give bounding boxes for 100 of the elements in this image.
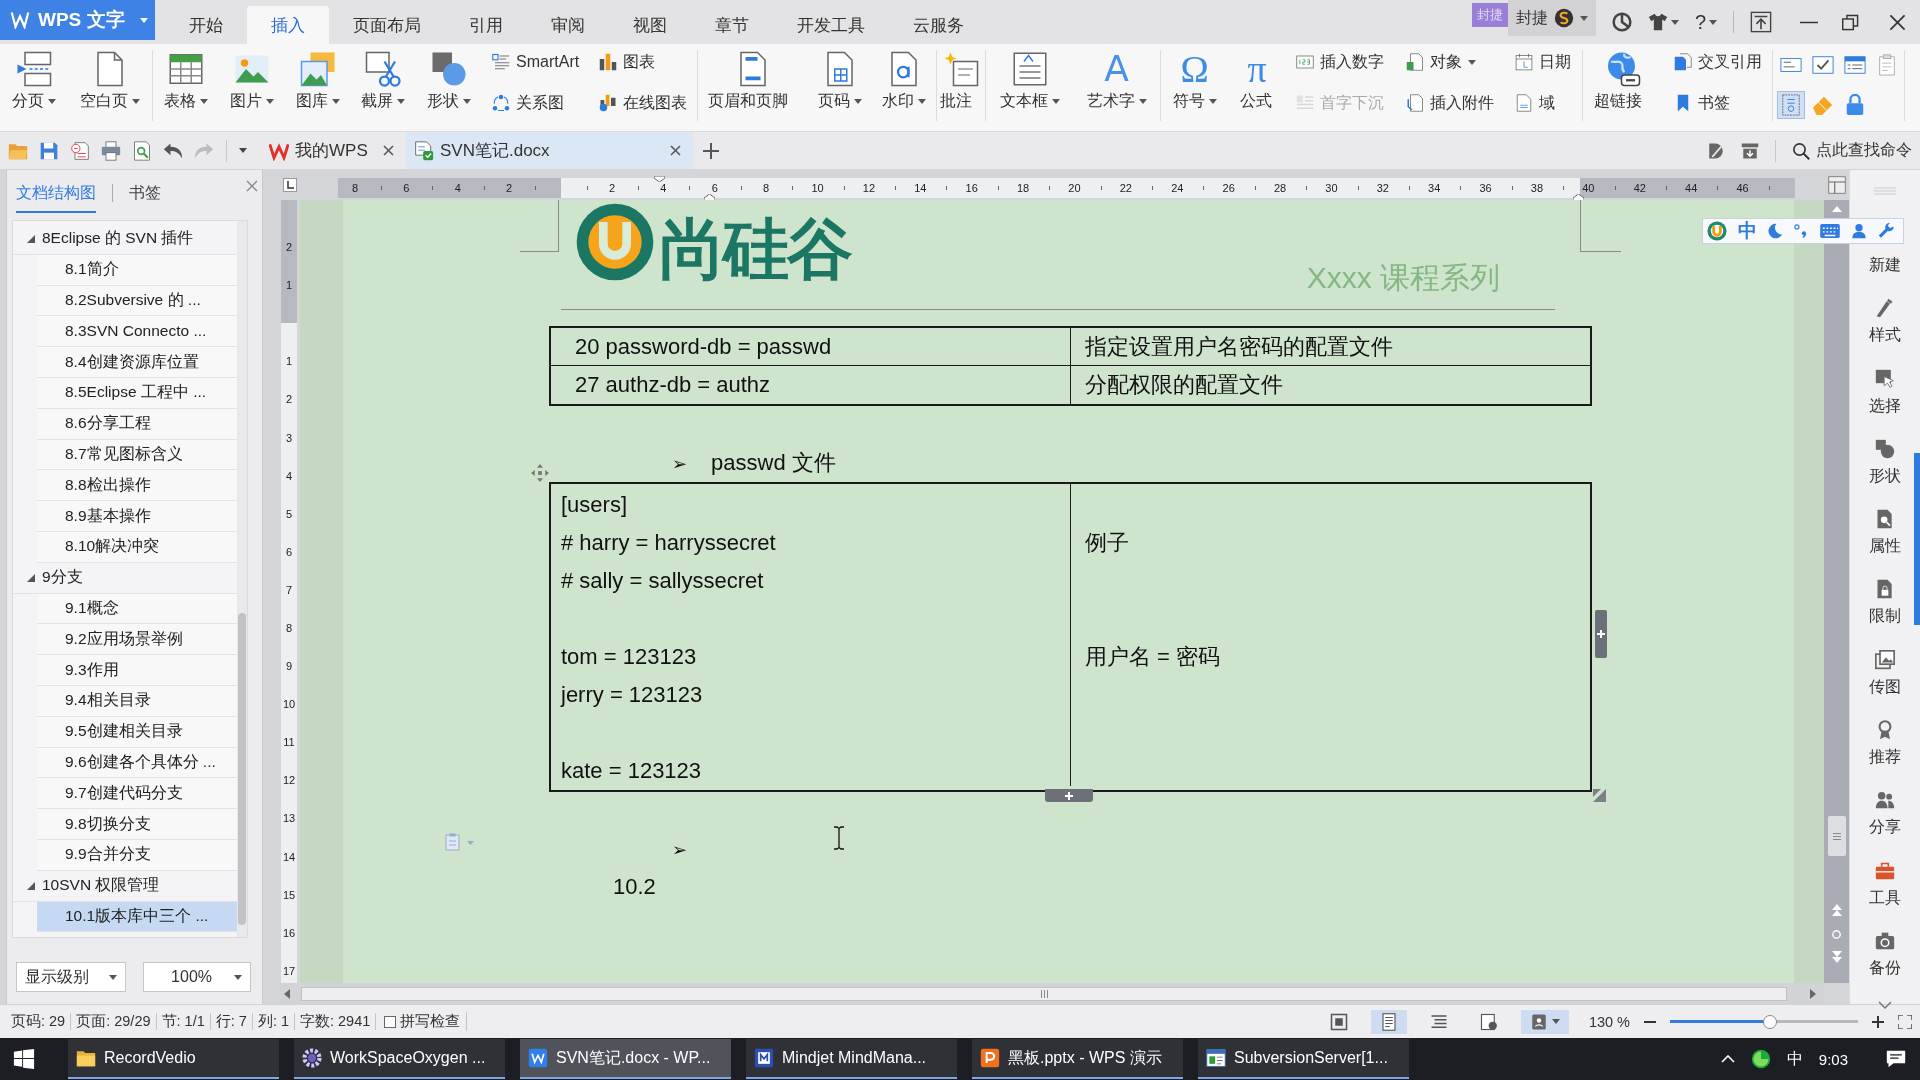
pane-tab[interactable]: 书签 xyxy=(129,173,161,213)
style-button[interactable]: 样式 xyxy=(1869,298,1901,369)
clipboard-icon[interactable] xyxy=(445,833,475,851)
shape-button[interactable]: 形状 xyxy=(1869,438,1901,510)
menu-tab[interactable]: 审阅 xyxy=(527,6,609,44)
outline-item[interactable]: 9.3作用 xyxy=(37,655,237,686)
outline-item[interactable]: 8.4创建资源库位置 xyxy=(37,347,237,378)
help-button[interactable]: ? xyxy=(1694,10,1717,34)
keyboard-icon[interactable] xyxy=(1818,223,1841,239)
caret-icon[interactable] xyxy=(239,148,247,153)
menu-tab[interactable]: 云服务 xyxy=(889,6,988,44)
taskbar-button[interactable]: SubversionServer[1... xyxy=(1198,1039,1409,1079)
wrench-icon[interactable] xyxy=(1877,222,1896,240)
double-arrow-down-icon[interactable] xyxy=(1831,951,1842,963)
outline-item[interactable]: 8.3SVN Connecto ... xyxy=(37,316,237,348)
menu-tab[interactable]: 插入 xyxy=(247,6,329,44)
page-number-button[interactable]: 页码 xyxy=(815,50,865,121)
person-icon[interactable] xyxy=(1851,222,1868,240)
shapes-button[interactable]: 形状 xyxy=(424,50,475,121)
taskbar-button[interactable]: 黑板.pptx - WPS 演示 xyxy=(972,1039,1183,1079)
split-view-icon[interactable] xyxy=(1827,176,1846,194)
outline-item[interactable]: 9.7创建代码分支 xyxy=(37,778,237,810)
print-preview-icon[interactable] xyxy=(132,140,152,161)
table-button[interactable]: 表格 xyxy=(160,50,211,121)
expand-corners-icon[interactable] xyxy=(1898,1014,1912,1029)
object-button[interactable]: 对象 xyxy=(1403,50,1496,74)
close-icon[interactable] xyxy=(1889,13,1906,31)
clock-text[interactable]: 9:03 xyxy=(1818,1050,1848,1068)
cross-reference-button[interactable]: 交叉引用 xyxy=(1671,50,1764,74)
outline-item[interactable]: 8.7常见图标含义 xyxy=(37,439,237,471)
close-icon[interactable] xyxy=(670,145,681,156)
document-tab[interactable]: 我的WPS xyxy=(261,132,406,169)
level-dropdown[interactable]: 显示级别 xyxy=(16,962,126,992)
watermark-button[interactable]: 水印 xyxy=(879,50,929,121)
date-button[interactable]: 日期 xyxy=(1513,50,1574,74)
menu-tab[interactable]: 开始 xyxy=(165,6,247,44)
skin-button[interactable] xyxy=(1647,12,1679,32)
outline-item[interactable]: 9.9合并分支 xyxy=(37,839,237,871)
taskbar-button[interactable]: WorkSpaceOxygen ... xyxy=(294,1039,505,1079)
add-row-button[interactable] xyxy=(1045,789,1093,802)
outline-item[interactable]: 9.8切换分支 xyxy=(37,809,237,840)
scroll-thumb[interactable] xyxy=(301,986,1787,1001)
backup-button[interactable]: 备份 xyxy=(1869,930,1901,1002)
outline-item[interactable]: 8.5Eclipse 工程中 ... xyxy=(37,378,237,409)
menu-tab[interactable]: 开发工具 xyxy=(773,6,889,44)
page-view-button[interactable] xyxy=(1370,1009,1407,1034)
field-button[interactable]: 域 xyxy=(1513,91,1574,115)
symbol-button[interactable]: Ω 符号 xyxy=(1169,50,1220,121)
upload-image-button[interactable]: 传图 xyxy=(1869,649,1901,721)
pane-tab[interactable]: 文档结构图 xyxy=(16,173,96,213)
expander-icon[interactable] xyxy=(27,881,35,890)
attachment-button[interactable]: 插入附件 xyxy=(1403,91,1496,115)
arrow-left-icon[interactable] xyxy=(284,988,290,999)
insert-number-button[interactable]: 插入数字 xyxy=(1294,50,1387,74)
plus-icon[interactable] xyxy=(703,142,719,159)
outline-item[interactable]: 9.4相关目录 xyxy=(37,685,237,717)
u-logo-icon[interactable] xyxy=(1707,221,1727,241)
outline-item[interactable]: 8.6分享工程 xyxy=(37,408,237,440)
recommend-button[interactable]: 推荐 xyxy=(1869,720,1901,791)
chart-button[interactable]: 图表 xyxy=(597,50,689,74)
outline-item[interactable]: 8.9基本操作 xyxy=(37,501,237,532)
outline-item[interactable]: 9.1概念 xyxy=(37,593,237,625)
blank-page-button[interactable]: 空白页 xyxy=(77,50,143,121)
scroll-thumb[interactable] xyxy=(1827,816,1846,856)
indent-marker-icon[interactable] xyxy=(654,176,665,182)
share-button[interactable]: 分享 xyxy=(1869,790,1901,861)
moon-icon[interactable] xyxy=(1767,222,1784,240)
clock-icon[interactable] xyxy=(1611,12,1632,32)
tools-button[interactable]: 工具 xyxy=(1869,860,1901,931)
chevron-up-icon[interactable] xyxy=(1720,1055,1735,1063)
resize-handle-icon[interactable] xyxy=(1593,789,1606,802)
chevron-down-icon[interactable] xyxy=(1878,1001,1892,1010)
expander-icon[interactable] xyxy=(27,573,35,582)
comment-button[interactable]: 批注 xyxy=(937,50,985,121)
expander-icon[interactable] xyxy=(27,234,35,243)
bookmark-button[interactable]: 书签 xyxy=(1671,91,1764,115)
zoom-in-icon[interactable] xyxy=(1872,1015,1884,1028)
page-circle-icon[interactable] xyxy=(70,140,90,161)
screenshot-button[interactable]: 截屏 xyxy=(358,50,409,121)
windows-logo-icon[interactable] xyxy=(13,1048,35,1070)
gallery-button[interactable]: 图库 xyxy=(292,50,343,121)
upload-icon[interactable] xyxy=(1750,11,1772,33)
outline-item[interactable]: 10.1版本库中三个 ... xyxy=(37,901,237,933)
print-icon[interactable] xyxy=(101,140,121,161)
arrow-right-icon[interactable] xyxy=(1810,988,1816,999)
pie-icon[interactable] xyxy=(1750,1049,1771,1069)
message-icon[interactable] xyxy=(1886,1049,1906,1069)
restore-icon[interactable] xyxy=(1842,13,1859,31)
menu-tab[interactable]: 章节 xyxy=(691,6,773,44)
eye-care-button[interactable] xyxy=(1520,1009,1569,1034)
download-box-icon[interactable] xyxy=(1741,141,1759,160)
zoom-slider-thumb[interactable] xyxy=(1762,1014,1777,1029)
menu-tab[interactable]: 视图 xyxy=(609,6,691,44)
outline-item[interactable]: 9.2应用场景举例 xyxy=(37,624,237,656)
outline-item[interactable]: 8.10解决冲突 xyxy=(37,531,237,563)
tab-stop-icon[interactable] xyxy=(282,178,297,192)
new-button[interactable]: 新建 xyxy=(1869,255,1901,299)
input-method-indicator[interactable]: 中 xyxy=(1786,1048,1803,1070)
properties-button[interactable]: 属性 xyxy=(1869,509,1901,580)
page-break-button[interactable]: 分页 xyxy=(9,50,59,121)
